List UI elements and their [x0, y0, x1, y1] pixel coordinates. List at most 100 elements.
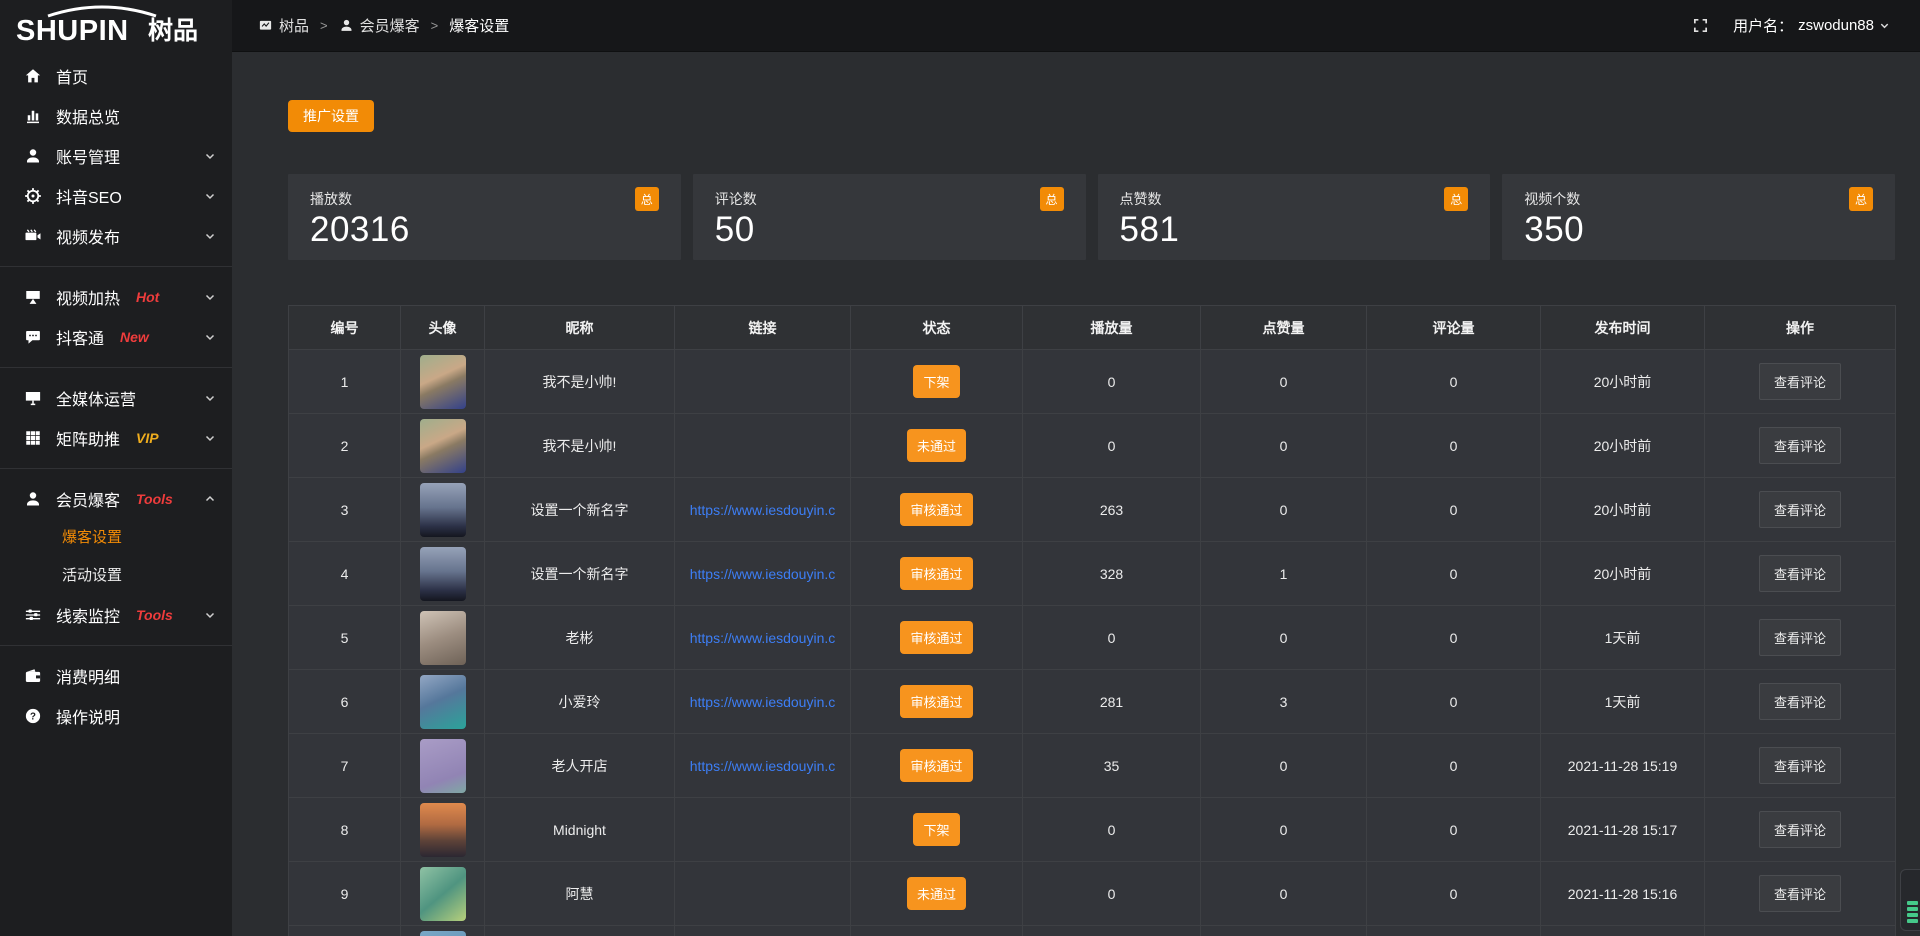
gear-icon — [24, 187, 42, 205]
sidebar-item-tag: New — [120, 329, 149, 345]
status-badge-button[interactable]: 审核通过 — [900, 557, 972, 590]
sidebar-item-label: 线索监控 — [56, 603, 120, 627]
promo-settings-button[interactable]: 推广设置 — [288, 100, 374, 132]
video-link[interactable]: https://www.iesdouyin.c — [675, 606, 851, 670]
status-badge-button[interactable]: 审核通过 — [900, 749, 972, 782]
likes-cell: 1 — [1201, 542, 1367, 606]
view-comments-button[interactable]: 查看评论 — [1759, 555, 1841, 592]
avatar — [420, 675, 466, 729]
sidebar-item-matrix-boost[interactable]: 矩阵助推 VIP — [0, 418, 232, 458]
video-link[interactable] — [675, 798, 851, 862]
avatar — [420, 803, 466, 857]
status-cell: 下架 — [851, 350, 1023, 414]
breadcrumb-item-shupin[interactable]: 树品 — [258, 15, 309, 36]
stat-value: 50 — [715, 210, 1064, 250]
breadcrumb-separator: > — [431, 18, 439, 33]
view-comments-button[interactable]: 查看评论 — [1759, 811, 1841, 848]
fullscreen-icon[interactable] — [1692, 17, 1709, 34]
sidebar-item-video-publish[interactable]: 视频发布 — [0, 216, 232, 256]
avatar — [420, 355, 466, 409]
comments-cell: 0 — [1367, 734, 1541, 798]
status-badge-button[interactable]: 下架 — [913, 365, 959, 398]
sidebar-item-member-baoke[interactable]: 会员爆客 Tools — [0, 479, 232, 519]
avatar — [420, 547, 466, 601]
video-link[interactable]: https://www.iesdouyin.c — [675, 670, 851, 734]
breadcrumb-item-member-baoke[interactable]: 会员爆客 — [339, 15, 420, 36]
bar-chart-icon — [24, 107, 42, 125]
sidebar-item-consumption-detail[interactable]: 消费明细 — [0, 656, 232, 696]
status-badge-button[interactable]: 未通过 — [907, 429, 966, 462]
view-comments-button[interactable]: 查看评论 — [1759, 875, 1841, 912]
sidebar-item-data-overview[interactable]: 数据总览 — [0, 96, 232, 136]
column-header: 状态 — [851, 306, 1023, 350]
sidebar-item-all-media-operation[interactable]: 全媒体运营 — [0, 378, 232, 418]
person-icon — [339, 18, 354, 33]
sidebar-item-home[interactable]: 首页 — [0, 56, 232, 96]
sidebar-item-label: 抖音SEO — [56, 184, 122, 208]
avatar-cell — [401, 606, 485, 670]
row-number-cell: 8 — [289, 798, 401, 862]
sidebar-item-video-heat[interactable]: 视频加热 Hot — [0, 277, 232, 317]
video-link[interactable]: https://www.iesdouyin.c — [675, 734, 851, 798]
view-comments-button[interactable]: 查看评论 — [1759, 363, 1841, 400]
sidebar-item-douyin-seo[interactable]: 抖音SEO — [0, 176, 232, 216]
nickname-cell: 小爱玲 — [485, 670, 675, 734]
user-menu[interactable]: 用户名：zswodun88 — [1733, 15, 1890, 36]
video-link[interactable] — [675, 350, 851, 414]
stat-label: 视频个数 — [1524, 189, 1873, 209]
chevron-down-icon — [204, 150, 216, 162]
likes-cell: 0 — [1201, 734, 1367, 798]
row-number-cell: 2 — [289, 414, 401, 478]
status-badge-button[interactable]: 审核通过 — [900, 621, 972, 654]
sidebar-item-label: 矩阵助推 — [56, 426, 120, 450]
video-link[interactable]: https://www.iesdouyin.c — [675, 542, 851, 606]
time-cell: 20小时前 — [1541, 478, 1705, 542]
column-header: 昵称 — [485, 306, 675, 350]
status-badge-button[interactable]: 下架 — [913, 813, 959, 846]
table-header-row: 编号头像昵称链接状态播放量点赞量评论量发布时间操作 — [289, 306, 1896, 350]
total-badge: 总 — [1444, 187, 1468, 211]
view-comments-button[interactable]: 查看评论 — [1759, 619, 1841, 656]
battery-bars-icon — [1907, 901, 1918, 923]
video-link[interactable] — [675, 414, 851, 478]
likes-cell: 0 — [1201, 606, 1367, 670]
sidebar-item-operation-guide[interactable]: ? 操作说明 — [0, 696, 232, 736]
sidebar-divider — [0, 367, 232, 368]
row-number-cell — [289, 926, 401, 936]
row-number-cell: 9 — [289, 862, 401, 926]
sidebar-item-clue-monitor[interactable]: 线索监控 Tools — [0, 595, 232, 635]
chevron-down-icon — [204, 291, 216, 303]
sidebar-subitem-baoke-settings[interactable]: 爆客设置 — [0, 519, 232, 557]
floating-widget[interactable] — [1900, 869, 1920, 931]
status-badge-button[interactable]: 审核通过 — [900, 685, 972, 718]
sidebar-item-douketong[interactable]: 抖客通 New — [0, 317, 232, 357]
video-link[interactable] — [675, 862, 851, 926]
plays-cell: 0 — [1023, 798, 1201, 862]
view-comments-button[interactable]: 查看评论 — [1759, 747, 1841, 784]
chat-icon — [24, 328, 42, 346]
breadcrumb-item-baoke-settings[interactable]: 爆客设置 — [449, 15, 509, 36]
plays-cell: 328 — [1023, 542, 1201, 606]
sidebar-item-account-management[interactable]: 账号管理 — [0, 136, 232, 176]
nickname-cell: 老彬 — [485, 606, 675, 670]
action-cell: 查看评论 — [1705, 350, 1896, 414]
sidebar-divider — [0, 468, 232, 469]
chevron-down-icon — [204, 609, 216, 621]
view-comments-button[interactable]: 查看评论 — [1759, 683, 1841, 720]
avatar-cell — [401, 734, 485, 798]
comments-cell: 0 — [1367, 350, 1541, 414]
video-link[interactable] — [675, 926, 851, 936]
chevron-down-icon — [204, 190, 216, 202]
sidebar-subitem-activity-settings[interactable]: 活动设置 — [0, 557, 232, 595]
stat-card-comments: 评论数 50 总 — [693, 174, 1086, 260]
likes-cell: 0 — [1201, 862, 1367, 926]
chevron-down-icon — [204, 230, 216, 242]
avatar — [420, 419, 466, 473]
status-cell: 审核通过 — [851, 606, 1023, 670]
status-badge-button[interactable]: 审核通过 — [900, 493, 972, 526]
view-comments-button[interactable]: 查看评论 — [1759, 491, 1841, 528]
video-link[interactable]: https://www.iesdouyin.c — [675, 478, 851, 542]
logo[interactable]: SHUPIN 树品 — [0, 0, 232, 52]
status-badge-button[interactable]: 未通过 — [907, 877, 966, 910]
view-comments-button[interactable]: 查看评论 — [1759, 427, 1841, 464]
